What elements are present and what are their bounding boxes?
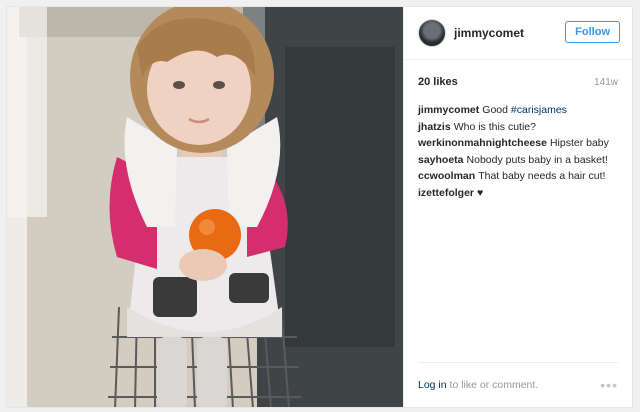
comment-username[interactable]: sayhoeta [418,154,464,166]
comment-item: ccwoolman That baby needs a hair cut! [418,168,618,185]
comment-username[interactable]: werkinonmahnightcheese [418,137,547,149]
comment-item: jhatzis Who is this cutie? [418,119,618,136]
comment-text: Nobody puts baby in a basket! [466,153,608,166]
comment-text: That baby needs a hair cut! [478,170,606,182]
login-prompt-suffix: to like or comment. [446,379,539,391]
likes-count[interactable]: 20 likes [418,76,458,88]
comment-item: izettefolger ♥ [418,185,618,202]
photo-illustration [7,7,403,407]
post-sidebar: jimmycomet Follow 20 likes 141w jimmycom… [403,7,632,407]
post-timestamp[interactable]: 141w [594,77,618,88]
comment-text: Good [482,104,511,116]
post-photo[interactable] [7,7,403,407]
heart-icon: ♥ [477,186,484,199]
login-link[interactable]: Log in [418,379,447,391]
post-card: jimmycomet Follow 20 likes 141w jimmycom… [6,6,633,408]
comment-username[interactable]: izettefolger [418,187,474,199]
follow-button[interactable]: Follow [565,21,620,43]
author-username[interactable]: jimmycomet [454,26,524,40]
hashtag-link[interactable]: #carisjames [511,104,567,116]
post-footer: Log in to like or comment. ••• [418,362,618,407]
comment-item: werkinonmahnightcheese Hipster baby [418,135,618,152]
post-header: jimmycomet Follow [404,7,632,60]
post-stats: 20 likes 141w [404,60,632,94]
comment-list: jimmycomet Good #carisjames jhatzis Who is… [404,94,632,201]
comment-username[interactable]: jimmycomet [418,104,479,116]
avatar[interactable] [418,19,446,47]
comment-item: jimmycomet Good #carisjames [418,102,618,119]
comment-text: Hipster baby [549,137,609,149]
comment-text: Who is this cutie? [453,120,536,133]
comment-username[interactable]: ccwoolman [418,170,475,182]
comment-item: sayhoeta Nobody puts baby in a basket! [418,152,618,169]
comment-username[interactable]: jhatzis [418,121,451,133]
login-prompt: Log in to like or comment. [418,379,538,391]
ellipsis-icon[interactable]: ••• [600,377,618,393]
